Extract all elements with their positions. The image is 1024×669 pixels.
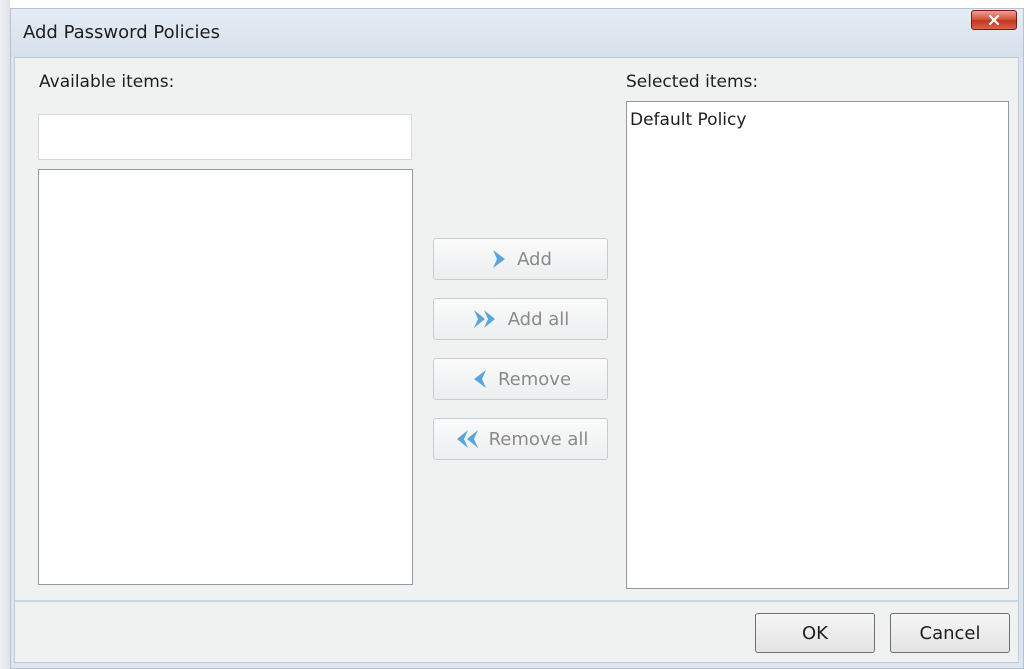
background-window-edge <box>0 0 10 669</box>
screen: Add Password Policies Available items: S… <box>0 0 1024 669</box>
ok-button[interactable]: OK <box>755 613 875 653</box>
add-all-button-label: Add all <box>507 308 570 330</box>
dialog-title: Add Password Policies <box>23 22 220 43</box>
ok-button-label: OK <box>802 622 828 644</box>
add-all-button[interactable]: Add all <box>433 298 608 340</box>
remove-button-label: Remove <box>497 368 572 390</box>
chevron-right-icon <box>489 248 509 270</box>
double-chevron-left-icon <box>453 428 481 450</box>
selected-items-label: Selected items: <box>626 72 759 92</box>
available-items-search-input[interactable] <box>38 114 412 160</box>
remove-all-button[interactable]: Remove all <box>433 418 608 460</box>
add-password-policies-dialog: Add Password Policies Available items: S… <box>10 8 1024 669</box>
available-items-label: Available items: <box>39 72 175 92</box>
selected-items-list[interactable]: Default Policy <box>626 101 1009 589</box>
title-bar[interactable]: Add Password Policies <box>11 9 1023 57</box>
cancel-button[interactable]: Cancel <box>890 613 1010 653</box>
dialog-body: Available items: Selected items: Default… <box>14 57 1019 663</box>
add-button-label: Add <box>517 248 552 270</box>
remove-button[interactable]: Remove <box>433 358 608 400</box>
add-button[interactable]: Add <box>433 238 608 280</box>
chevron-left-icon <box>470 368 490 390</box>
available-items-list[interactable] <box>38 169 413 585</box>
close-icon <box>987 11 1001 30</box>
close-button[interactable] <box>971 10 1017 30</box>
footer-divider <box>15 600 1018 602</box>
cancel-button-label: Cancel <box>919 622 981 644</box>
double-chevron-right-icon <box>472 308 500 330</box>
remove-all-button-label: Remove all <box>488 428 589 450</box>
list-item[interactable]: Default Policy <box>630 110 746 130</box>
